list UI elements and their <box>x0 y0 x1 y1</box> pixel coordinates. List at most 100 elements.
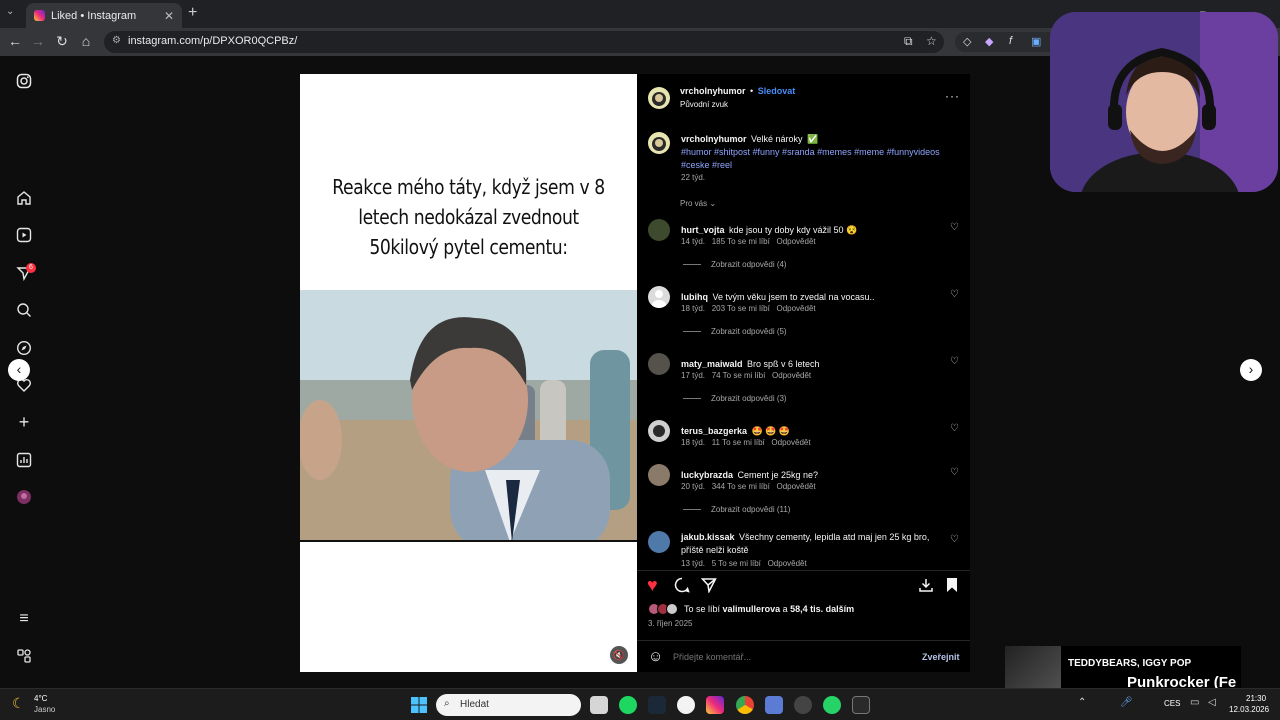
mute-toggle-button[interactable]: 🔇 <box>610 646 628 664</box>
search-nav-icon[interactable] <box>16 302 32 318</box>
reply-button[interactable]: Odpovědět <box>776 304 815 313</box>
volume-icon[interactable]: ◁ <box>1208 697 1216 708</box>
clock-time[interactable]: 21:30 <box>1246 694 1266 703</box>
new-tab-button[interactable]: + <box>188 4 197 22</box>
commenter-username[interactable]: terus_bazgerka <box>681 426 747 436</box>
commenter-avatar[interactable] <box>648 464 670 486</box>
comment-likes[interactable]: 74 To se mi líbí <box>712 371 766 380</box>
reply-button[interactable]: Odpovědět <box>768 559 807 568</box>
chrome-icon[interactable] <box>736 696 754 714</box>
like-heart-icon[interactable]: ♥ <box>647 575 658 596</box>
dashboard-nav-icon[interactable] <box>16 452 32 468</box>
comment-like-heart-icon[interactable]: ♡ <box>950 467 959 478</box>
comment-icon[interactable] <box>674 577 690 598</box>
view-replies-button[interactable]: Zobrazit odpovědi (5) <box>683 327 787 336</box>
steam-icon[interactable] <box>648 696 666 714</box>
commenter-avatar[interactable] <box>648 420 670 442</box>
tray-chevron-icon[interactable]: ⌃ <box>1078 697 1086 708</box>
forward-icon[interactable]: → <box>29 33 47 49</box>
spotify-icon[interactable] <box>619 696 637 714</box>
comment-likes[interactable]: 11 To se mi líbí <box>712 438 765 447</box>
back-icon[interactable]: ← <box>6 33 24 49</box>
comment-sort-dropdown[interactable]: Pro vás ⌄ <box>680 199 716 208</box>
comment-likes[interactable]: 185 To se mi líbí <box>712 237 770 246</box>
clock-date[interactable]: 12.03.2026 <box>1229 705 1269 714</box>
original-audio-link[interactable]: Původní zvuk <box>680 100 728 109</box>
app-icon[interactable] <box>677 696 695 714</box>
explore-nav-icon[interactable] <box>16 340 32 356</box>
view-replies-button[interactable]: Zobrazit odpovědi (3) <box>683 394 787 403</box>
commenter-username[interactable]: lubihq <box>681 292 708 302</box>
instagram-app-icon[interactable] <box>706 696 724 714</box>
author-avatar[interactable] <box>648 87 670 109</box>
epic-games-icon[interactable] <box>852 696 870 714</box>
reply-button[interactable]: Odpovědět <box>772 371 811 380</box>
reply-button[interactable]: Odpovědět <box>776 237 815 246</box>
bookmark-star-icon[interactable]: ☆ <box>926 34 937 48</box>
follow-button[interactable]: Sledovat <box>758 86 796 96</box>
likers-avatars[interactable] <box>648 603 684 615</box>
url-field[interactable]: ⚙ instagram.com/p/DPXOR0QCPBz/ ⧉ ☆ <box>104 31 944 53</box>
comment-like-heart-icon[interactable]: ♡ <box>950 356 959 367</box>
next-post-button[interactable]: › <box>1240 359 1262 381</box>
comment-like-heart-icon[interactable]: ♡ <box>950 222 959 233</box>
language-indicator[interactable]: CES <box>1164 699 1180 708</box>
commenter-avatar[interactable] <box>648 219 670 241</box>
extension-icon[interactable]: ◆ <box>985 35 993 48</box>
view-replies-button[interactable]: Zobrazit odpovědi (11) <box>683 505 790 514</box>
previous-post-button[interactable]: ‹ <box>8 359 30 381</box>
comment-likes[interactable]: 344 To se mi líbí <box>712 482 770 491</box>
extension-icon[interactable]: f <box>1009 35 1012 47</box>
browser-tab[interactable]: Liked • Instagram ✕ <box>26 3 182 28</box>
download-icon[interactable] <box>918 577 934 598</box>
obs-icon[interactable] <box>794 696 812 714</box>
site-info-icon[interactable]: ⚙ <box>112 35 121 46</box>
taskbar-search[interactable]: ⌕ Hledat <box>436 694 581 716</box>
save-bookmark-icon[interactable] <box>945 577 959 598</box>
install-app-icon[interactable]: ⧉ <box>904 34 913 49</box>
reels-nav-icon[interactable] <box>16 227 32 243</box>
extension-icon[interactable]: ◇ <box>963 35 971 48</box>
commenter-avatar[interactable] <box>648 531 670 553</box>
file-explorer-icon[interactable] <box>590 696 608 714</box>
comment-like-heart-icon[interactable]: ♡ <box>950 534 959 545</box>
commenter-username[interactable]: hurt_vojta <box>681 225 725 235</box>
network-icon[interactable]: ▭ <box>1190 697 1199 708</box>
commenter-username[interactable]: luckybrazda <box>681 470 733 480</box>
view-replies-button[interactable]: Zobrazit odpovědi (4) <box>683 260 787 269</box>
tab-close-button[interactable]: ✕ <box>164 9 174 23</box>
commenter-username[interactable]: maty_maiwald <box>681 359 743 369</box>
reload-icon[interactable]: ↻ <box>53 33 71 50</box>
weather-moon-icon[interactable]: ☾ <box>12 695 25 712</box>
likes-count[interactable]: 58,4 tis. dalším <box>790 604 854 614</box>
publish-button[interactable]: Zveřejnit <box>922 652 960 662</box>
caption-hashtags[interactable]: #humor #shitpost #funny #sranda #memes #… <box>681 147 940 170</box>
create-nav-icon[interactable]: + <box>16 413 32 431</box>
comment-like-heart-icon[interactable]: ♡ <box>950 423 959 434</box>
comment-likes[interactable]: 5 To se mi líbí <box>712 559 761 568</box>
comment-likes[interactable]: 203 To se mi líbí <box>712 304 770 313</box>
post-media[interactable]: Reakce mého táty, když jsem v 8 letech n… <box>300 74 637 672</box>
reply-button[interactable]: Odpovědět <box>776 482 815 491</box>
save-app-icon[interactable] <box>765 696 783 714</box>
home-icon[interactable]: ⌂ <box>77 33 95 49</box>
caption-avatar[interactable] <box>648 132 670 154</box>
tab-list-button[interactable]: ⌄ <box>6 6 14 17</box>
video-frame[interactable] <box>300 290 637 542</box>
commenter-avatar[interactable] <box>648 286 670 308</box>
caption-username[interactable]: vrcholnyhumor <box>681 134 747 144</box>
more-options-icon[interactable]: ··· <box>945 89 960 103</box>
likes-user[interactable]: valimullerova <box>723 604 781 614</box>
instagram-logo-icon[interactable] <box>16 73 32 89</box>
start-button[interactable] <box>410 696 428 714</box>
extension-icon[interactable]: ▣ <box>1031 35 1041 48</box>
share-icon[interactable] <box>700 577 717 598</box>
comment-like-heart-icon[interactable]: ♡ <box>950 289 959 300</box>
commenter-username[interactable]: jakub.kissak <box>681 532 735 542</box>
weather-temp[interactable]: 4°C <box>34 694 47 703</box>
author-username[interactable]: vrcholnyhumor <box>680 86 746 96</box>
whatsapp-icon[interactable] <box>823 696 841 714</box>
commenter-avatar[interactable] <box>648 353 670 375</box>
profile-avatar-icon[interactable] <box>16 489 32 505</box>
more-menu-icon[interactable]: ≡ <box>16 611 32 627</box>
